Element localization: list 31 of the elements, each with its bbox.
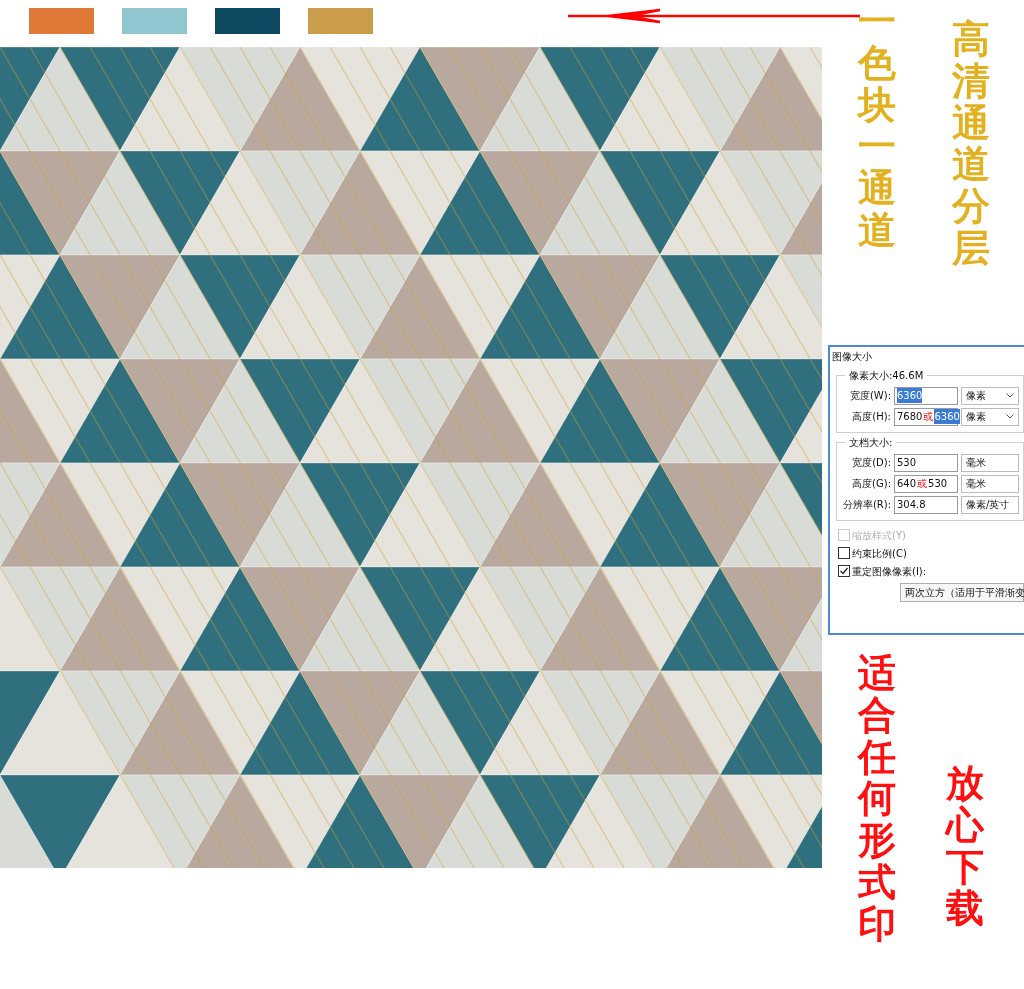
value-field[interactable]: 640或530 [894,474,958,493]
dialog-title: 图像大小 [831,350,873,364]
value-field[interactable]: 304.8 [894,495,958,514]
chevron-down-icon [1006,393,1014,398]
unit-dropdown[interactable]: 像素 [961,407,1019,426]
group-label: 文档大小: [845,435,897,450]
unit-dropdown[interactable]: 毫米 [961,453,1019,472]
unit-dropdown[interactable]: 像素 [961,386,1019,405]
chevron-down-icon [1006,414,1014,419]
vertical-caption: 高清通道分层 [952,18,990,269]
checkbox-label: 缩放样式(Y) [852,528,906,543]
checkbox-label: 约束比例(C) [852,546,907,561]
value-field[interactable]: 6360 [894,386,958,405]
checkbox[interactable] [838,547,850,559]
value-field[interactable]: 7680或6360 [894,407,958,426]
field-label: 宽度(W): [848,389,891,403]
group-label: 像素大小:46.6M [845,368,928,383]
field-label: 高度(H): [851,410,891,424]
vertical-caption: 适合任何形式印 [858,652,896,945]
field-label: 分辨率(R): [841,498,891,512]
arrow-icon [568,8,860,24]
resample-dropdown[interactable]: 两次立方（适用于平滑渐变 [900,583,1024,602]
field-label: 高度(G): [851,477,891,491]
vertical-caption: 一色块一通道 [858,0,896,251]
vertical-caption: 放心下载 [946,762,984,930]
field-label: 宽度(D): [851,456,891,470]
value-field[interactable]: 530 [894,453,958,472]
unit-dropdown[interactable]: 像素/英寸 [961,495,1019,514]
checkbox-label: 重定图像像素(I): [852,564,927,579]
unit-dropdown[interactable]: 毫米 [961,474,1019,493]
checkbox[interactable] [838,565,850,577]
